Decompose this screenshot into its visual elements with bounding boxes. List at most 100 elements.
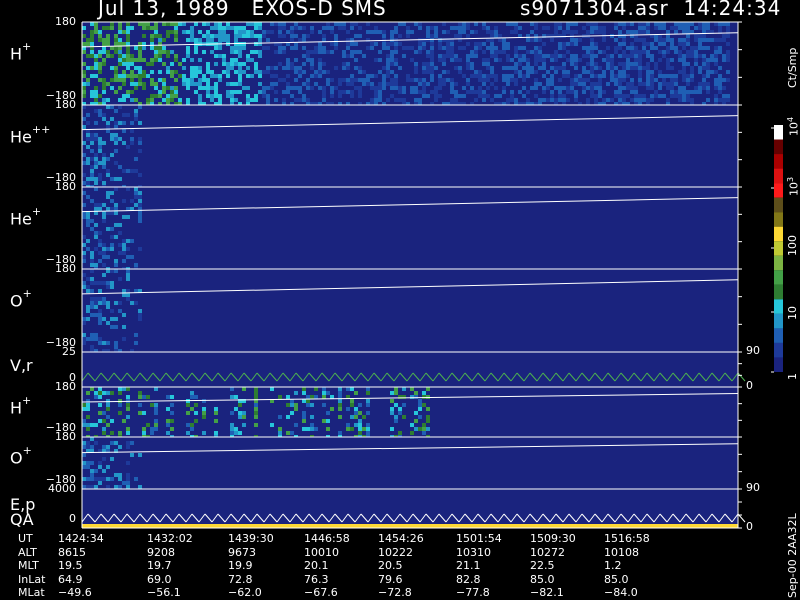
panel-h2-cell [242, 411, 246, 415]
panel-h1-cell [378, 90, 382, 94]
panel-h1-cell [662, 78, 666, 82]
panel-h1-cell [670, 42, 674, 46]
panel-h1-cell [426, 38, 430, 42]
panel-he1-cell [106, 211, 110, 215]
panel-h1-cell [494, 94, 498, 98]
panel-h1-cell [170, 94, 174, 98]
panel-he2-cell [130, 141, 134, 145]
panel-h1-cell [506, 78, 510, 82]
panel-he2-cell [110, 133, 114, 137]
panel-h1-cell [298, 66, 302, 70]
panel-h1-cell [358, 86, 362, 90]
panel-h1-cell [714, 22, 718, 26]
panel-h1-cell [470, 30, 474, 34]
panel-h1-cell [394, 78, 398, 82]
panel-o1-cell [94, 301, 98, 305]
panel-h2-cell [82, 407, 86, 411]
panel-o1-cell [90, 277, 94, 281]
panel-h1-cell [318, 30, 322, 34]
panel-o2-cell [110, 477, 114, 481]
panel-o1-cell [86, 285, 90, 289]
panel-he1-cell [114, 187, 118, 191]
panel-h2-cell [154, 403, 158, 407]
panel-h1-cell [694, 38, 698, 42]
panel-h1-cell [450, 26, 454, 30]
panel-h2-cell [254, 391, 258, 395]
panel-h1-cell [678, 58, 682, 62]
panel-ytick-top: 180 [55, 98, 76, 111]
panel-h1-cell [378, 50, 382, 54]
panel-o1-cell [90, 297, 94, 301]
panel-h1-cell [562, 54, 566, 58]
panel-h1-cell [714, 50, 718, 54]
orbit-cell: 20.5 [378, 559, 403, 572]
panel-h1-cell [694, 46, 698, 50]
panel-h1-cell [686, 98, 690, 102]
panel-h1-cell [298, 38, 302, 42]
panel-h1-cell [666, 98, 670, 102]
panel-h1-cell [162, 78, 166, 82]
panel-h1-cell [654, 22, 658, 26]
panel-h1-cell [494, 30, 498, 34]
panel-h1-cell [118, 30, 122, 34]
panel-h1-cell [530, 50, 534, 54]
panel-h1-cell [258, 26, 262, 30]
panel-h1-cell [218, 34, 222, 38]
orbit-cell: 8615 [58, 545, 86, 559]
panel-o1-cell [134, 341, 138, 345]
panel-h1-cell [666, 66, 670, 70]
panel-h2-cell [422, 403, 426, 407]
panel-h2-cell [338, 399, 342, 403]
panel-he2-cell [122, 169, 126, 173]
panel-h1-cell [490, 70, 494, 74]
panel-o1-cell [86, 317, 90, 321]
panel-h1-cell [574, 42, 578, 46]
panel-o2-cell [110, 441, 114, 445]
panel-h1-cell [198, 70, 202, 74]
panel-he1-cell [114, 203, 118, 207]
panel-h1-cell [430, 74, 434, 78]
panel-h1-cell [234, 98, 238, 102]
panel-h2-cell [350, 403, 354, 407]
panel-h1-cell [466, 42, 470, 46]
panel-h1-cell [366, 74, 370, 78]
panel-h1-cell [98, 70, 102, 74]
panel-h1-cell [702, 26, 706, 30]
panel-h1-cell [590, 82, 594, 86]
panel-o1-cell [110, 325, 114, 329]
panel-h1-cell [422, 66, 426, 70]
panel-h1-cell [638, 78, 642, 82]
panel-h1-cell [162, 90, 166, 94]
panel-h2-cell [302, 387, 306, 391]
panel-h1-cell [318, 50, 322, 54]
panel-he1-cell [102, 243, 106, 247]
panel-o1-cell [126, 269, 130, 273]
panel-h2-cell [118, 403, 122, 407]
panel-h1-cell [262, 34, 266, 38]
panel-h1-cell [94, 62, 98, 66]
panel-h1-cell [322, 70, 326, 74]
panel-h1-cell [230, 90, 234, 94]
panel-h1-cell [690, 74, 694, 78]
panel-h1-cell [558, 86, 562, 90]
panel-h2-cell [338, 403, 342, 407]
panel-h2-cell [354, 423, 358, 427]
panel-o2-cell [90, 469, 94, 473]
panel-h1-cell [126, 38, 130, 42]
panel-h1-cell [526, 74, 530, 78]
panel-h1-cell [242, 34, 246, 38]
panel-h1-cell [550, 74, 554, 78]
panel-h1-cell [686, 26, 690, 30]
panel-h1-cell [562, 62, 566, 66]
panel-h1-cell [702, 82, 706, 86]
panel-h1-cell [310, 86, 314, 90]
panel-h1-cell [150, 78, 154, 82]
colorbar-swatch [774, 270, 783, 285]
panel-h1-cell [274, 82, 278, 86]
panel-h1-cell [122, 62, 126, 66]
panel-h1-cell [634, 94, 638, 98]
panel-h1-cell [550, 78, 554, 82]
panel-ytick-top: 180 [55, 180, 76, 193]
panel-he2-cell [138, 173, 142, 177]
panel-h1-cell [290, 94, 294, 98]
